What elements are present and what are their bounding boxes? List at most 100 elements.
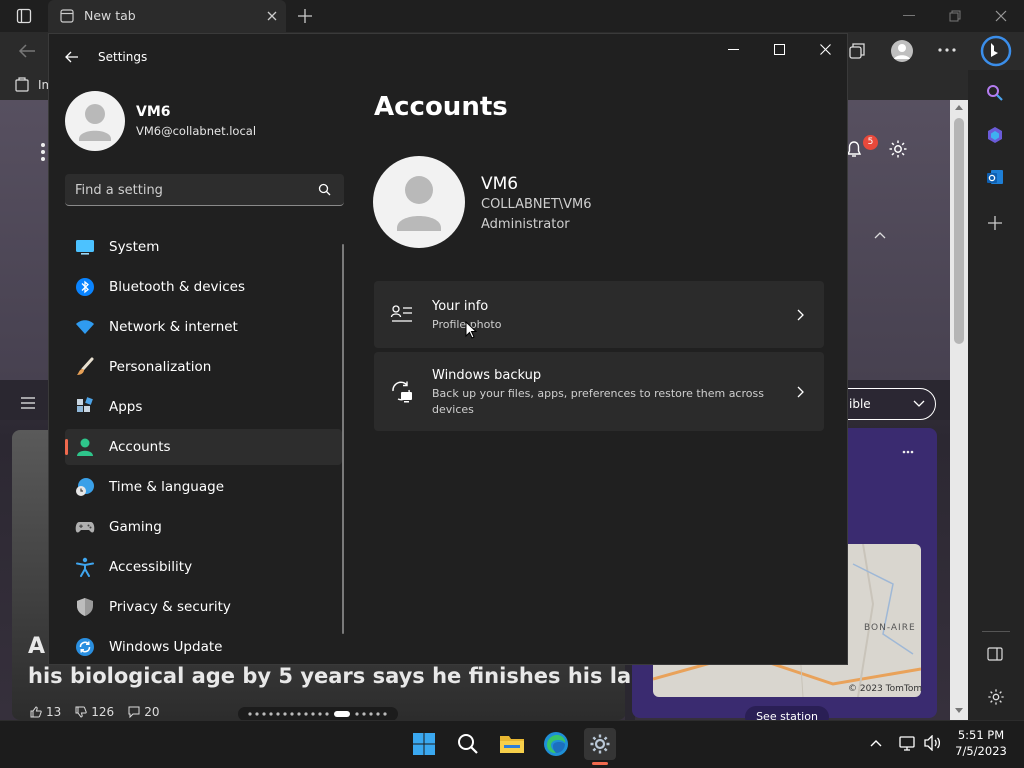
scroll-down-icon[interactable]: [955, 708, 963, 713]
nav-item-privacy-security[interactable]: Privacy & security: [65, 589, 342, 625]
more-options-icon[interactable]: [938, 48, 956, 52]
settings-back-icon[interactable]: [65, 51, 79, 63]
start-icon[interactable]: [408, 728, 440, 760]
settings-window: Settings VM6 VM6@collabnet.local System …: [48, 33, 848, 665]
accounts-icon: [75, 437, 95, 457]
like-count: 13: [46, 705, 62, 719]
browser-sidebar: [968, 70, 1024, 720]
news-reactions: 13 126 20: [30, 705, 159, 719]
thumbs-up-icon: [30, 706, 42, 718]
your-info-subtitle: Profile photo: [432, 318, 502, 331]
nav-item-apps[interactable]: Apps: [65, 389, 342, 425]
page-settings-gear-icon[interactable]: [888, 139, 908, 159]
file-explorer-icon[interactable]: [496, 728, 528, 760]
new-tab-page-icon: [60, 9, 74, 23]
settings-maximize-icon[interactable]: [774, 44, 785, 55]
sidebar-settings-icon[interactable]: [987, 688, 1005, 706]
like-button[interactable]: 13: [30, 705, 61, 719]
chevron-right-icon: [794, 386, 806, 398]
sidebar-outlook-icon[interactable]: [986, 168, 1004, 186]
account-avatar[interactable]: [373, 156, 465, 248]
map-copyright: © 2023 TomTom: [848, 684, 923, 694]
import-favorites-icon[interactable]: [14, 77, 30, 93]
browser-close-icon[interactable]: [995, 10, 1007, 22]
volume-icon[interactable]: [923, 735, 941, 751]
your-info-icon: [390, 303, 414, 327]
browser-restore-icon[interactable]: [949, 10, 961, 22]
page-title: Accounts: [374, 92, 508, 122]
nav-label: Windows Update: [109, 639, 223, 655]
notifications-bell-icon[interactable]: [846, 140, 862, 158]
settings-taskbar-icon[interactable]: [584, 728, 616, 760]
nav-item-system[interactable]: System: [65, 229, 342, 265]
notification-badge: 5: [863, 135, 878, 150]
collapse-chevron-icon[interactable]: [874, 231, 886, 239]
nav-label: Time & language: [109, 479, 225, 495]
back-icon[interactable]: [18, 43, 36, 59]
nav-label: Privacy & security: [109, 599, 231, 615]
carousel-dots[interactable]: [238, 707, 398, 721]
sidebar-add-icon[interactable]: [987, 215, 1003, 231]
account-domain: COLLABNET\VM6: [481, 197, 592, 212]
shield-icon: [75, 597, 95, 617]
your-info-card[interactable]: Your info Profile photo: [374, 281, 824, 348]
nav-label: Accounts: [109, 439, 171, 455]
network-status-icon[interactable]: [899, 735, 917, 751]
tab-title: New tab: [84, 8, 136, 23]
nav-item-personalization[interactable]: Personalization: [65, 349, 342, 385]
collections-icon[interactable]: [848, 42, 866, 60]
feed-visibility-label: ible: [849, 397, 871, 411]
nav-item-accounts[interactable]: Accounts: [65, 429, 342, 465]
system-icon: [75, 237, 95, 257]
comment-count: 20: [144, 705, 160, 719]
clock-date: 7/5/2023: [955, 744, 1007, 758]
sidebar-search-icon[interactable]: [986, 84, 1004, 102]
taskbar-search-icon[interactable]: [452, 728, 484, 760]
nav-item-gaming[interactable]: Gaming: [65, 509, 342, 545]
news-headline[interactable]: his biological age by 5 years says he fi…: [28, 664, 678, 688]
nav-item-windows-update[interactable]: Windows Update: [65, 629, 342, 664]
windows-backup-card[interactable]: Windows backup Back up your files, apps,…: [374, 352, 824, 431]
dislike-button[interactable]: 126: [75, 705, 114, 719]
nav-item-network[interactable]: Network & internet: [65, 309, 342, 345]
nav-label: System: [109, 239, 160, 255]
find-setting-box[interactable]: [65, 174, 344, 206]
apps-icon: [75, 397, 95, 417]
dislike-count: 126: [91, 705, 115, 719]
news-headline-start[interactable]: A: [28, 634, 45, 659]
sidebar-copilot-icon[interactable]: [986, 126, 1004, 144]
hide-sidebar-icon[interactable]: [987, 647, 1003, 661]
show-hidden-icons-chevron[interactable]: [870, 739, 882, 747]
nav-item-bluetooth[interactable]: Bluetooth & devices: [65, 269, 342, 305]
search-icon[interactable]: [318, 183, 331, 196]
close-tab-icon[interactable]: [266, 10, 278, 22]
browser-tab[interactable]: New tab: [48, 0, 286, 32]
apps-launcher-icon[interactable]: [40, 142, 46, 162]
user-avatar[interactable]: [65, 91, 125, 151]
system-clock[interactable]: 5:51 PM 7/5/2023: [946, 727, 1016, 759]
account-name: VM6: [481, 174, 519, 194]
search-input[interactable]: [75, 180, 305, 200]
settings-minimize-icon[interactable]: [728, 49, 740, 51]
edge-icon[interactable]: [540, 728, 572, 760]
tab-actions-icon[interactable]: [16, 8, 32, 24]
browser-minimize-icon[interactable]: [903, 15, 915, 17]
new-tab-icon[interactable]: [297, 8, 313, 24]
nav-item-accessibility[interactable]: Accessibility: [65, 549, 342, 585]
nav-item-time-language[interactable]: Time & language: [65, 469, 342, 505]
nav-label: Personalization: [109, 359, 212, 375]
chevron-down-icon: [913, 400, 925, 408]
weather-more-icon[interactable]: [902, 450, 914, 454]
nav-scrollbar[interactable]: [342, 244, 344, 634]
your-info-title: Your info: [432, 299, 489, 314]
comments-button[interactable]: 20: [128, 705, 159, 719]
scroll-up-icon[interactable]: [955, 105, 963, 110]
settings-close-icon[interactable]: [820, 44, 831, 55]
nav-label: Gaming: [109, 519, 162, 535]
bing-copilot-icon[interactable]: [980, 35, 1012, 67]
feed-menu-icon[interactable]: [21, 397, 35, 409]
user-name: VM6: [136, 104, 171, 120]
browser-tab-bar: New tab: [0, 0, 1024, 32]
profile-avatar[interactable]: [890, 39, 914, 63]
scrollbar-thumb[interactable]: [954, 118, 964, 344]
